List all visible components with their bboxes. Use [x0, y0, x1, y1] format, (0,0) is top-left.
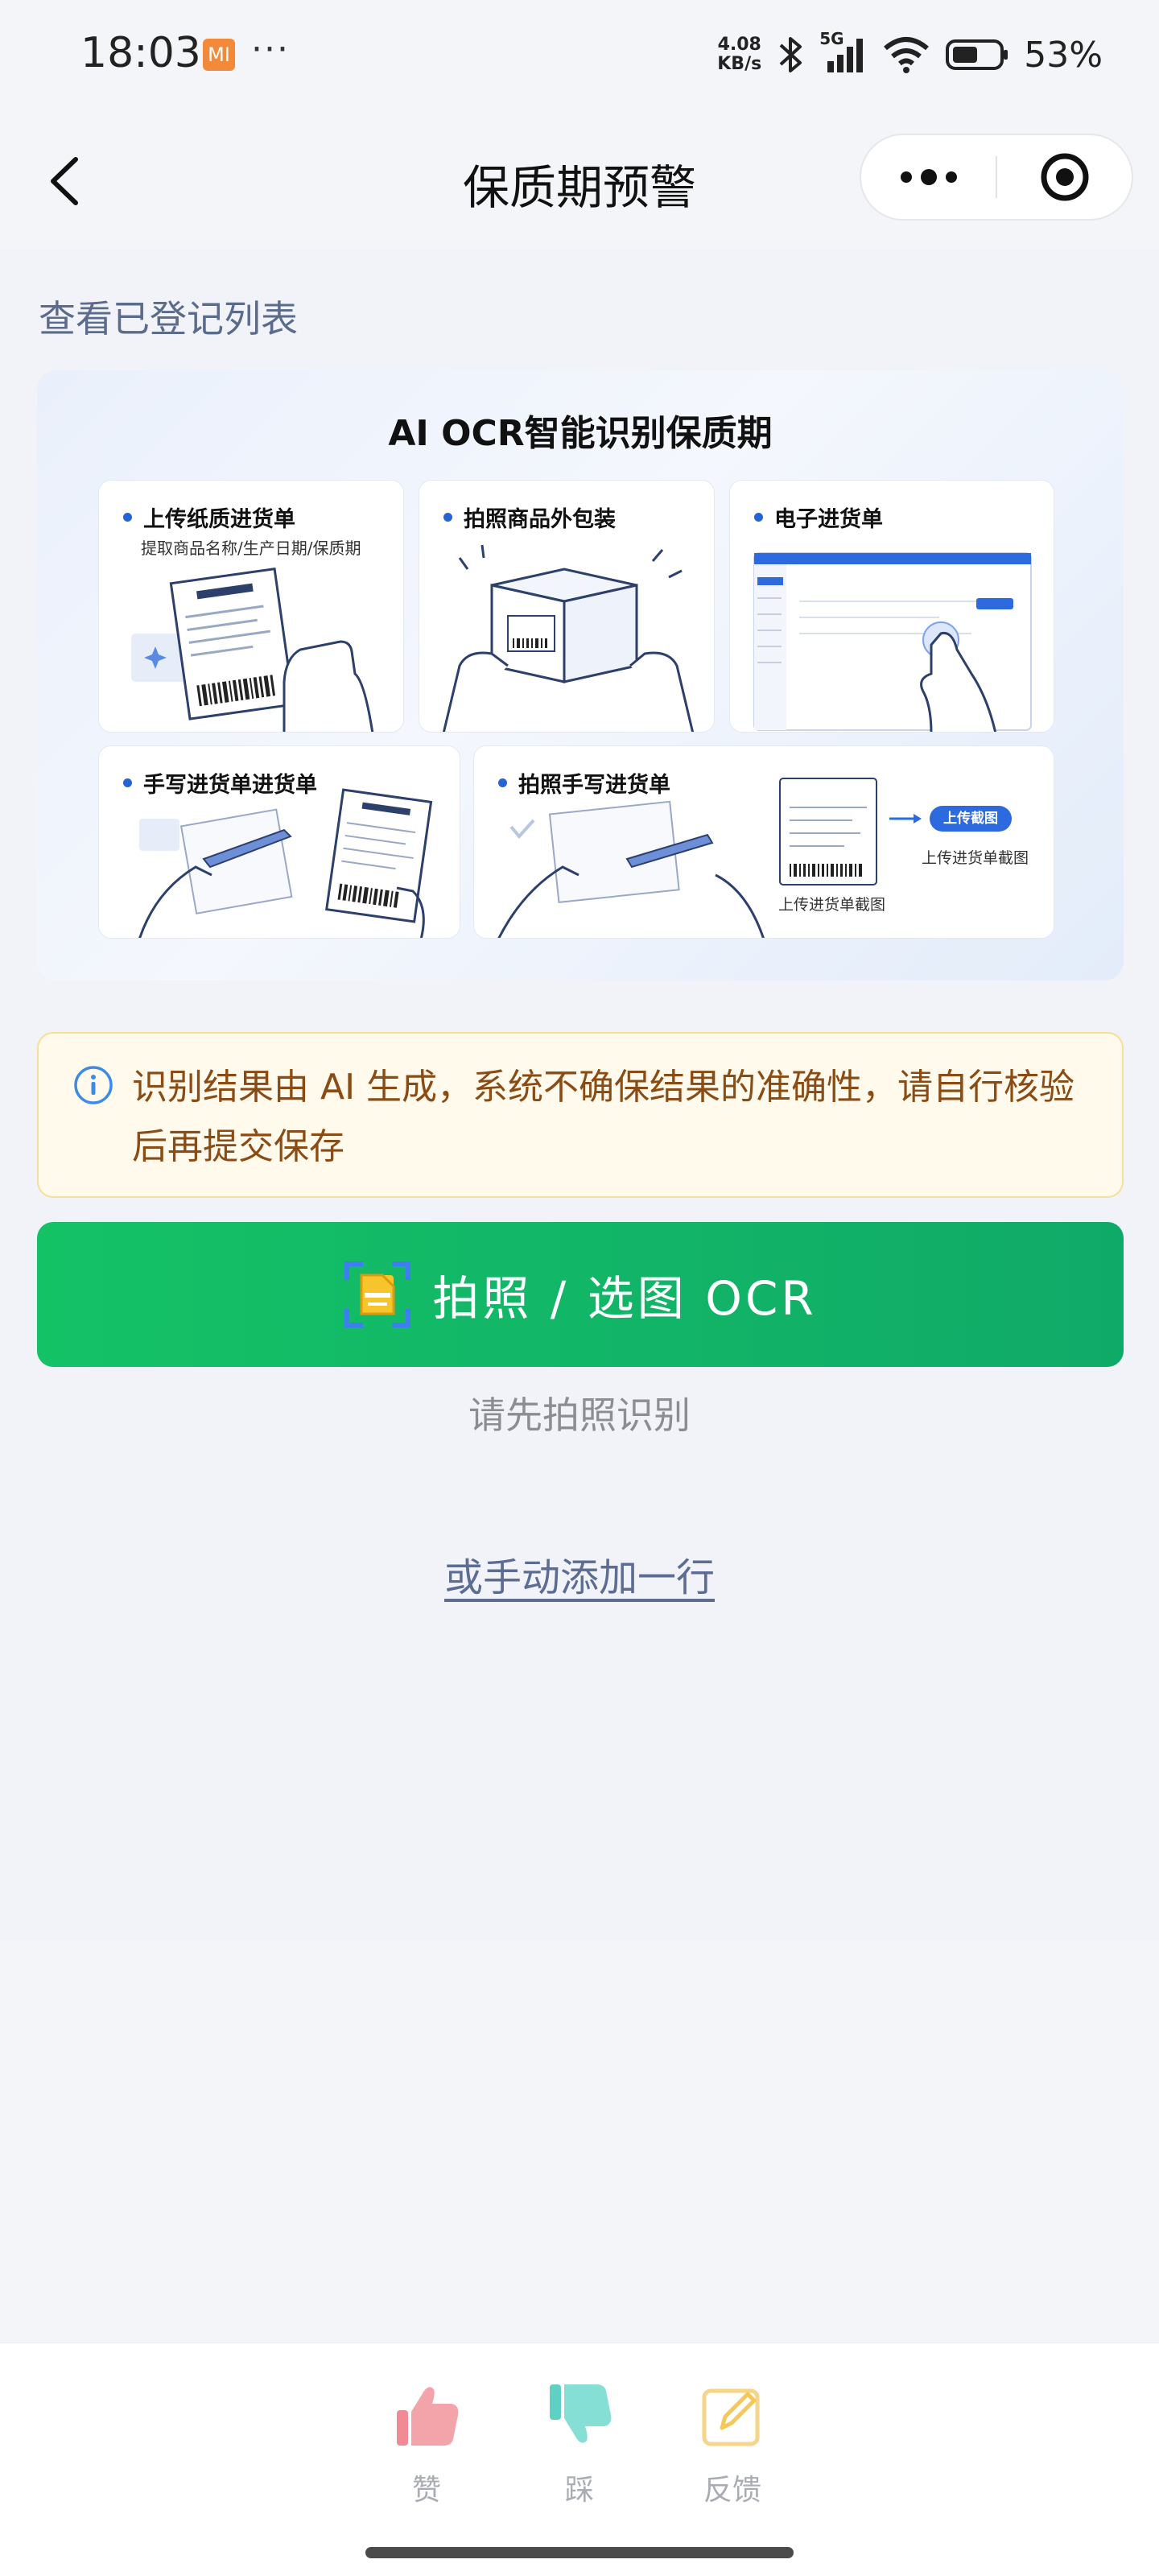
card-package-photo: 拍照商品外包装: [419, 480, 715, 733]
bullet-dot: [754, 513, 763, 522]
card-title-text: 拍照手写进货单: [518, 773, 670, 798]
main-content: 查看已登记列表 AI OCR智能识别保质期 上传纸质进货单 提取商品名称/生产日…: [0, 250, 1159, 1940]
net-speed-value: 4.08: [717, 35, 761, 55]
dislike-label: 踩: [564, 2474, 594, 2507]
photo-ocr-button[interactable]: 拍照 / 选图 OCR: [37, 1222, 1124, 1367]
card-handwritten-invoice: 手写进货单进货单: [98, 745, 460, 939]
manual-add-row-link-wrap: 或手动添加一行: [0, 1546, 1159, 1602]
mi-app-icon: MI: [203, 39, 235, 71]
target-close-icon: [1041, 153, 1088, 201]
card-paper-invoice: 上传纸质进货单 提取商品名称/生产日期/保质期: [98, 480, 404, 733]
card-electronic-invoice: 电子进货单: [729, 480, 1054, 733]
status-more-icon: ···: [251, 29, 290, 70]
capsule-more-button[interactable]: [861, 135, 996, 219]
bullet-dot: [123, 778, 132, 787]
battery-percent: 53%: [1024, 34, 1103, 76]
home-indicator[interactable]: [365, 2547, 794, 2558]
feedback-bar: 赞 踩 反馈: [0, 2343, 1159, 2576]
manual-add-row-link[interactable]: 或手动添加一行: [444, 1555, 715, 1600]
caption-upload-screenshot: 上传进货单截图: [922, 849, 1029, 867]
battery-icon: [946, 39, 1008, 70]
signal-icon: 5G: [819, 29, 868, 76]
card-title: 拍照商品外包装: [443, 502, 616, 533]
status-indicators: 4.08 KB/s 5G 53%: [717, 29, 1103, 80]
more-dots-icon: [900, 169, 957, 185]
report-label: 反馈: [703, 2474, 761, 2507]
dislike-button[interactable]: 踩: [531, 2380, 628, 2508]
caption-upload-invoice: 上传进货单截图: [778, 896, 886, 914]
scan-first-hint: 请先拍照识别: [468, 1393, 691, 1437]
card-title: 拍照手写进货单: [498, 767, 670, 799]
like-label: 赞: [411, 2474, 441, 2507]
net-speed: 4.08 KB/s: [717, 35, 761, 74]
ocr-intro-banner: AI OCR智能识别保质期 上传纸质进货单 提取商品名称/生产日期/保质期 拍照…: [37, 370, 1124, 980]
wifi-icon: [884, 37, 930, 73]
notice-text: 识别结果由 AI 生成，系统不确保结果的准确性，请自行核验后再提交保存: [132, 1067, 1075, 1167]
upload-screenshot-button-illustration: 上传截图: [943, 811, 998, 827]
card-title-text: 上传纸质进货单: [143, 507, 295, 532]
info-icon: [74, 1066, 113, 1104]
card-title: 上传纸质进货单: [123, 502, 295, 533]
capsule-close-button[interactable]: [997, 135, 1132, 219]
card-title-text: 拍照商品外包装: [464, 507, 616, 532]
status-time: 18:03: [80, 29, 201, 77]
banner-title: AI OCR智能识别保质期: [388, 413, 773, 454]
miniprogram-capsule: [860, 134, 1133, 221]
bullet-dot: [498, 778, 507, 787]
ocr-button-label: 拍照 / 选图 OCR: [432, 1271, 817, 1326]
card-title-text: 电子进货单: [774, 507, 883, 532]
bluetooth-icon: [779, 37, 802, 72]
bullet-dot: [443, 513, 452, 522]
thumbs-up-icon: [397, 2387, 459, 2446]
report-button[interactable]: 反馈: [684, 2380, 781, 2508]
scan-document-icon: [344, 1261, 411, 1327]
card-title: 手写进货单进货单: [123, 767, 317, 799]
card-handwritten-photo: 拍照手写进货单 上传截图 上传进货单截图 上传进货单截图: [473, 745, 1054, 939]
nav-bar: 保质期预警: [0, 113, 1159, 250]
card-title-text: 手写进货单进货单: [143, 773, 317, 798]
bullet-dot: [123, 513, 132, 522]
card-subtitle: 提取商品名称/生产日期/保质期: [141, 539, 361, 558]
like-button[interactable]: 赞: [378, 2380, 475, 2508]
edit-feedback-icon: [702, 2388, 760, 2446]
ai-disclaimer-notice: 识别结果由 AI 生成，系统不确保结果的准确性，请自行核验后再提交保存: [37, 1032, 1124, 1198]
net-speed-unit: KB/s: [717, 54, 762, 74]
view-registered-list-link[interactable]: 查看已登记列表: [39, 290, 298, 343]
thumbs-down-icon: [550, 2384, 612, 2443]
card-title: 电子进货单: [754, 502, 883, 533]
status-bar: 18:03 MI ··· 4.08 KB/s 5G 53%: [0, 0, 1159, 113]
